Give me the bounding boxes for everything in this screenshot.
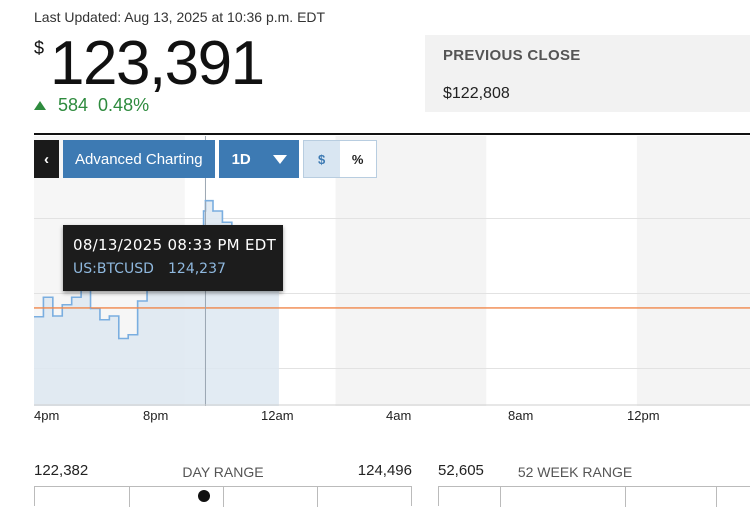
data-point [117, 337, 120, 340]
time-range-dropdown[interactable]: 1D [218, 140, 299, 178]
data-point [89, 307, 92, 310]
data-point [136, 300, 139, 302]
up-arrow-icon [34, 100, 46, 110]
header-rule [34, 133, 750, 135]
week52-range-bar [438, 486, 750, 507]
day-range-high: 124,496 [357, 462, 412, 479]
chart-band [636, 136, 750, 406]
x-tick-label: 4pm [34, 408, 60, 423]
data-point [202, 210, 205, 212]
tooltip-symbol: US:BTCUSD [73, 261, 154, 277]
x-tick-label: 8pm [143, 408, 169, 423]
x-tick-label: 8am [508, 408, 534, 423]
dollar-mode-button[interactable]: $ [303, 141, 340, 177]
chevron-left-icon: ‹ [44, 150, 49, 168]
data-point [221, 221, 224, 224]
caret-down-icon [272, 155, 287, 164]
range-tick [129, 487, 130, 507]
tooltip-datetime: 08/13/2025 08:33 PM EDT [73, 236, 277, 254]
range-tick [716, 487, 718, 507]
previous-close-label: PREVIOUS CLOSE [443, 47, 581, 64]
data-point [204, 199, 207, 202]
tooltip-value: 124,237 [168, 261, 226, 277]
data-point [70, 296, 73, 299]
x-tick-label: 12am [261, 408, 294, 423]
day-range-bar [34, 486, 412, 507]
x-tick-label: 12pm [627, 408, 660, 423]
day-range: 122,382 DAY RANGE 124,496 [34, 460, 412, 507]
display-mode-toggle: $ % [302, 140, 377, 178]
collapse-button[interactable]: ‹ [34, 140, 59, 178]
x-tick-label: 4am [386, 408, 412, 423]
range-tick [223, 487, 224, 507]
change-percent: 0.48% [98, 95, 150, 115]
advanced-charting-button[interactable]: Advanced Charting [63, 140, 215, 178]
time-range-label: 1D [231, 150, 251, 168]
data-point [61, 303, 64, 306]
data-point [108, 315, 111, 317]
range-tick [624, 487, 626, 507]
currency-symbol: $ [34, 38, 45, 58]
range-tick [317, 487, 318, 507]
previous-close-box: PREVIOUS CLOSE $122,808 [425, 35, 750, 112]
last-updated: Last Updated: Aug 13, 2025 at 10:36 p.m.… [34, 9, 326, 25]
data-point [42, 296, 45, 299]
price-change: 584 0.48% [34, 95, 149, 116]
data-point [99, 318, 101, 321]
data-point [212, 210, 214, 212]
range-tick [499, 487, 501, 507]
previous-close-value: $122,808 [443, 85, 510, 102]
chart-tooltip: 08/13/2025 08:33 PM EDT US:BTCUSD 124,23… [63, 225, 283, 291]
data-point [127, 333, 130, 336]
day-range-label: DAY RANGE [182, 464, 264, 480]
day-range-marker [198, 490, 211, 502]
data-point [52, 315, 54, 317]
week52-range-label: 52 WEEK RANGE [517, 464, 633, 480]
chart-toolbar: ‹ Advanced Charting 1D $ % [34, 140, 377, 178]
price-value: 123,391 [50, 29, 265, 98]
change-amount: 584 [58, 95, 89, 115]
percent-mode-button[interactable]: % [339, 141, 376, 177]
week52-range: 52,605 52 WEEK RANGE [438, 460, 750, 507]
